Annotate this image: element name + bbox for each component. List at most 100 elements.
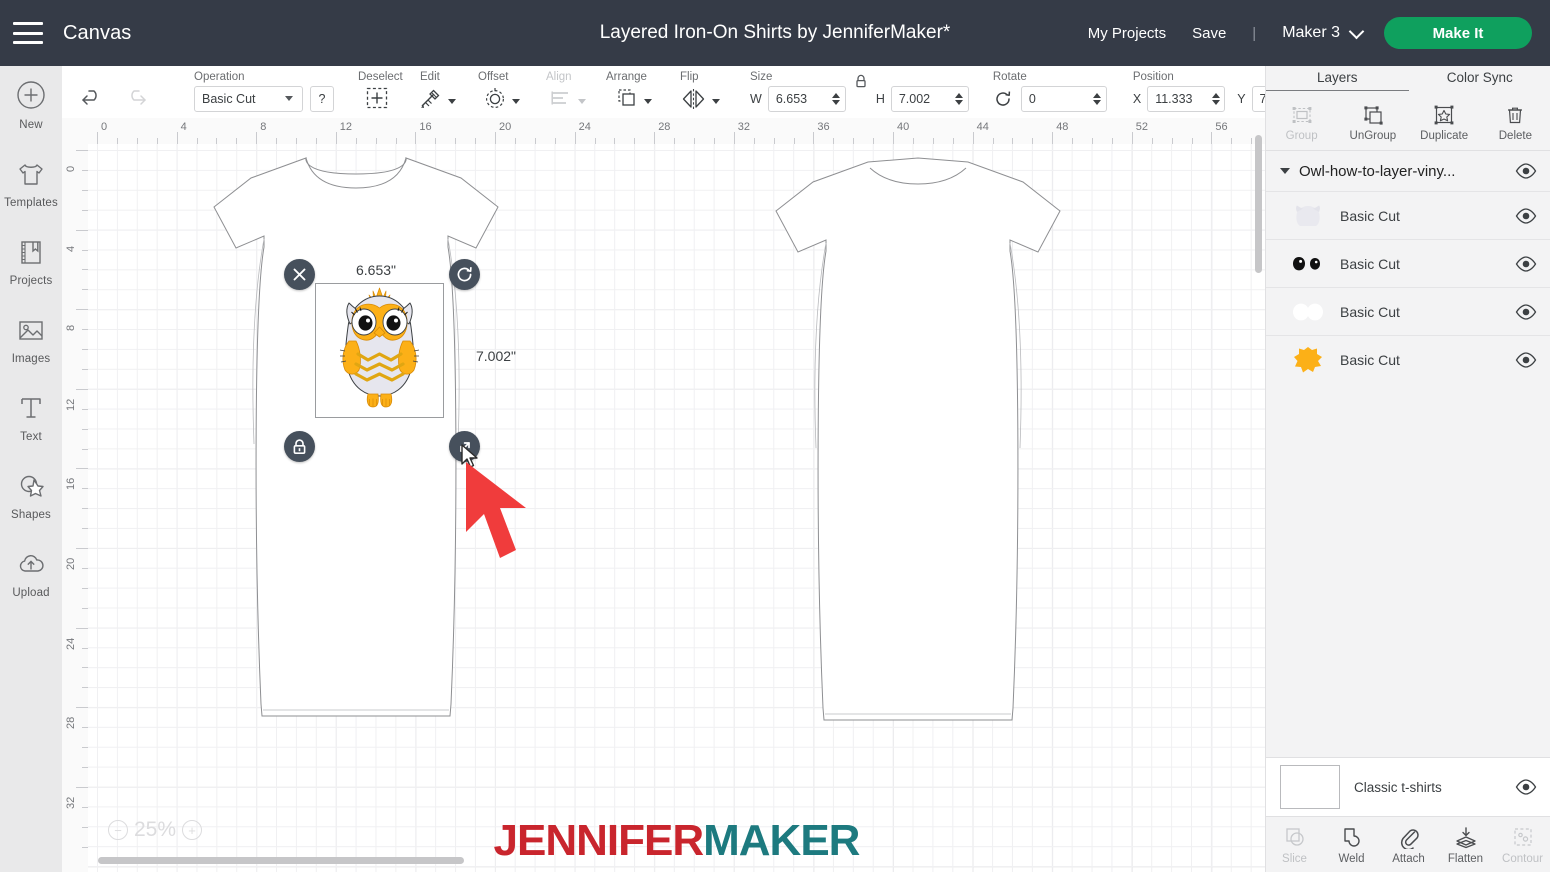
layer-group-row[interactable]: Owl-how-to-layer-viny... xyxy=(1266,151,1550,191)
height-stepper[interactable] xyxy=(953,90,966,108)
rotate-stepper[interactable] xyxy=(1091,90,1104,108)
operation-help-button[interactable]: ? xyxy=(310,86,334,112)
rail-item-shapes[interactable]: Shapes xyxy=(0,456,62,534)
delete-button[interactable]: Delete xyxy=(1480,95,1550,150)
offset-button[interactable] xyxy=(482,85,520,111)
selection-bounding-box[interactable] xyxy=(315,283,444,418)
rail-item-templates[interactable]: Templates xyxy=(0,144,62,222)
tab-color-sync[interactable]: Color Sync xyxy=(1409,66,1550,91)
hamburger-icon[interactable] xyxy=(13,22,43,44)
layer-row[interactable]: Basic Cut xyxy=(1266,191,1550,239)
tshirt-icon xyxy=(19,163,43,185)
rail-item-images[interactable]: Images xyxy=(0,300,62,378)
vertical-ruler[interactable]: 0 4 8 12 16 20 24 28 32 xyxy=(62,144,89,872)
flip-button[interactable] xyxy=(680,85,720,111)
rotate-group: Rotate xyxy=(977,66,1117,118)
x-stepper[interactable] xyxy=(1209,90,1222,108)
group-label: Group xyxy=(1285,130,1318,142)
rotate-icon[interactable] xyxy=(993,89,1013,109)
rotate-input[interactable] xyxy=(1028,92,1089,106)
save-button[interactable]: Save xyxy=(1192,25,1226,42)
canvas-scrollbar-vertical[interactable] xyxy=(1255,135,1262,273)
upload-cloud-icon xyxy=(19,554,44,572)
undo-icon[interactable] xyxy=(80,87,106,109)
height-field[interactable] xyxy=(890,86,969,112)
eye-icon[interactable] xyxy=(1515,303,1537,320)
deselect-button[interactable] xyxy=(364,85,390,111)
chevron-down-icon xyxy=(512,98,520,104)
rail-item-projects[interactable]: Projects xyxy=(0,222,62,300)
rail-item-new[interactable]: New xyxy=(0,66,62,144)
owl-orange-thumb-icon xyxy=(1294,346,1322,372)
header-actions: My Projects Save | Maker 3 Make It xyxy=(1088,17,1550,49)
flatten-button[interactable]: Flatten xyxy=(1437,825,1494,865)
ruler-label: 4 xyxy=(180,121,187,133)
ruler-tick xyxy=(495,132,496,144)
tshirt-front-template[interactable] xyxy=(106,144,606,734)
make-it-button[interactable]: Make It xyxy=(1384,17,1532,49)
attach-button[interactable]: Attach xyxy=(1380,825,1437,865)
lock-aspect-icon[interactable] xyxy=(852,72,870,90)
rail-item-text[interactable]: Text xyxy=(0,378,62,456)
layer-actions: Group UnGroup Duplicate Delete xyxy=(1266,91,1550,151)
width-field[interactable] xyxy=(767,86,846,112)
layer-row[interactable]: Basic Cut xyxy=(1266,287,1550,335)
eye-icon[interactable] xyxy=(1515,255,1537,272)
slice-icon xyxy=(1285,827,1304,846)
template-layer-row[interactable]: Classic t-shirts xyxy=(1266,757,1550,817)
ruler-label: 32 xyxy=(737,121,751,133)
ruler-label: 44 xyxy=(976,121,989,133)
rail-item-upload[interactable]: Upload xyxy=(0,534,62,612)
undo-redo-group xyxy=(62,72,178,124)
eye-icon[interactable] xyxy=(1515,351,1537,368)
text-t-icon xyxy=(21,397,41,418)
panel-tabs: Layers Color Sync xyxy=(1266,66,1550,91)
rotate-field[interactable] xyxy=(1020,86,1107,112)
zoom-out-button[interactable]: − xyxy=(108,820,128,840)
zoom-in-button[interactable]: + xyxy=(182,820,203,840)
ungroup-button[interactable]: UnGroup xyxy=(1337,95,1408,150)
duplicate-button[interactable]: Duplicate xyxy=(1409,95,1480,150)
arrange-button[interactable] xyxy=(614,85,652,111)
delete-handle[interactable] xyxy=(284,259,315,290)
trash-icon xyxy=(1508,107,1523,124)
eye-icon[interactable] xyxy=(1515,163,1537,179)
image-icon xyxy=(19,320,43,340)
ruler-tick xyxy=(76,707,88,709)
ruler-tick xyxy=(76,309,88,311)
layer-row[interactable]: Basic Cut xyxy=(1266,239,1550,287)
width-stepper[interactable] xyxy=(830,90,843,108)
layer-row[interactable]: Basic Cut xyxy=(1266,335,1550,383)
weld-button[interactable]: Weld xyxy=(1323,825,1380,865)
tab-layers[interactable]: Layers xyxy=(1266,66,1409,91)
ruler-corner xyxy=(62,118,89,145)
height-input[interactable] xyxy=(898,92,951,106)
rotate-icon xyxy=(457,267,472,282)
rotate-handle[interactable] xyxy=(449,259,480,290)
x-field[interactable] xyxy=(1147,86,1226,112)
weld-label: Weld xyxy=(1338,852,1365,865)
design-canvas[interactable]: 6.653" 7.002" − 25% + JENNIFERMAKER xyxy=(88,144,1265,872)
x-input[interactable] xyxy=(1155,92,1208,106)
machine-selector[interactable]: Maker 3 xyxy=(1282,23,1365,42)
template-name: Classic t-shirts xyxy=(1354,779,1442,795)
width-input[interactable] xyxy=(775,92,828,106)
operation-select[interactable]: Basic Cut xyxy=(194,86,303,112)
my-projects-link[interactable]: My Projects xyxy=(1088,25,1166,42)
tshirt-back-template[interactable] xyxy=(668,146,1168,736)
canvas-scrollbar-horizontal[interactable] xyxy=(98,857,464,864)
ruler-label: 0 xyxy=(65,165,77,172)
layer-label: Basic Cut xyxy=(1340,207,1400,224)
height-label: H xyxy=(875,92,885,106)
lock-handle[interactable] xyxy=(284,431,315,462)
edit-title: Edit xyxy=(420,71,440,83)
resize-handle[interactable] xyxy=(449,431,480,462)
eye-icon[interactable] xyxy=(1515,207,1537,224)
eye-icon[interactable] xyxy=(1515,779,1537,795)
owl-artwork[interactable] xyxy=(316,284,443,417)
edit-button[interactable] xyxy=(418,85,456,111)
chevron-down-icon[interactable] xyxy=(1280,168,1290,174)
horizontal-ruler[interactable]: 0 4 8 12 16 20 24 28 32 36 40 44 48 52 56 xyxy=(88,118,1265,145)
rail-label-upload: Upload xyxy=(12,586,50,599)
aspect-lock-wrap xyxy=(846,66,876,118)
